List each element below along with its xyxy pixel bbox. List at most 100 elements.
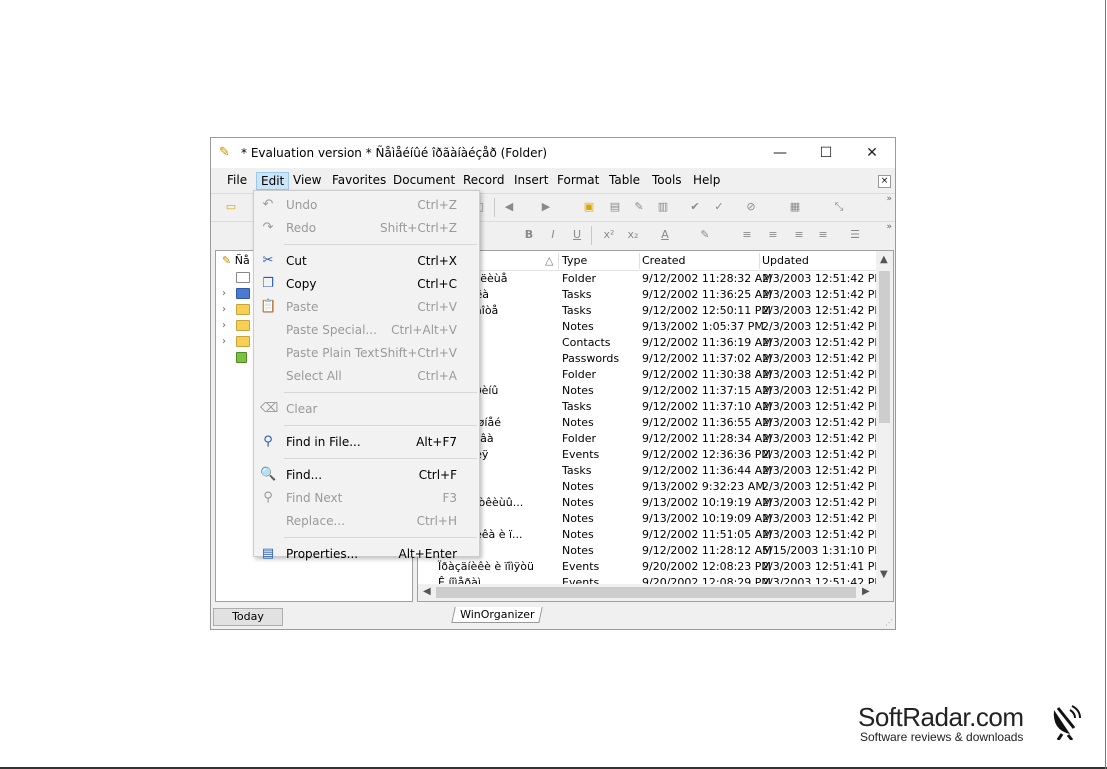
- menu-item-select-all[interactable]: Select All Ctrl+A: [254, 365, 479, 387]
- tree-item[interactable]: ›: [222, 333, 250, 349]
- tree-item[interactable]: [236, 349, 247, 365]
- column-created[interactable]: Created: [642, 254, 686, 267]
- subscript-icon[interactable]: x₂: [625, 227, 641, 243]
- table-row[interactable]: Folder 9/12/2002 11:30:38 AM 2/3/2003 12:5…: [418, 367, 884, 383]
- table-row[interactable]: òîñëëà òêèùû... Notes 9/13/2002 10:19:19 A…: [418, 495, 884, 511]
- menu-item-paste[interactable]: 📋 Paste Ctrl+V: [254, 296, 479, 318]
- menu-item-paste-special[interactable]: Paste Special... Ctrl+Alt+V: [254, 319, 479, 341]
- tree-item[interactable]: ›: [222, 317, 250, 333]
- menu-item-clear[interactable]: ⌫ Clear: [254, 398, 479, 420]
- italic-icon[interactable]: I: [545, 227, 561, 243]
- vertical-scroll-thumb[interactable]: [879, 271, 890, 423]
- menu-tools[interactable]: Tools: [648, 172, 686, 190]
- attach-icon[interactable]: ⊘: [743, 199, 759, 215]
- table-row[interactable]: èTasks9/12/2002 11:37:10 AM2/3/2003 12:5…: [418, 399, 884, 415]
- spell-check-icon[interactable]: ✓: [711, 199, 727, 215]
- table-row[interactable]: èTasks9/12/2002 11:36:44 AM2/3/2003 12:5…: [418, 463, 884, 479]
- tree-item[interactable]: ›: [222, 285, 250, 301]
- delete-record-icon[interactable]: ▥: [655, 199, 671, 215]
- tree-root[interactable]: ✎ Ñå: [222, 253, 250, 269]
- edit-record-icon[interactable]: ✎: [631, 199, 647, 215]
- menu-item-find[interactable]: 🔍 Find... Ctrl+F: [254, 464, 479, 486]
- today-button[interactable]: Today: [213, 608, 283, 626]
- minimize-button[interactable]: —: [757, 138, 803, 168]
- chevron-right-icon[interactable]: ›: [222, 302, 232, 318]
- menu-view[interactable]: View: [289, 172, 325, 190]
- bullet-list-icon[interactable]: ☰: [847, 227, 863, 243]
- table-row[interactable]: èPasswords9/12/2002 11:37:02 AM2/3/2003 …: [418, 351, 884, 367]
- table-row[interactable]: è íà ðàáîòåTasks9/12/2002 12:50:11 PM2/3…: [418, 303, 884, 319]
- justify-icon[interactable]: ≡: [815, 227, 831, 243]
- table-row[interactable]: Ïðàçäíèêè è ïîìÿòü Events 9/20/2002 12:08:…: [418, 559, 884, 575]
- resize-grip-icon[interactable]: ⋰: [885, 618, 893, 627]
- record-list[interactable]: △ Type Created Updated è ÕðàíèëèùåFolder…: [417, 250, 894, 602]
- resize-icon[interactable]: ⤡: [831, 199, 847, 215]
- menu-item-copy[interactable]: ❐ Copy Ctrl+C: [254, 273, 479, 295]
- table-row[interactable]: èëîû ìàøèíûNotes9/12/2002 11:37:15 AM2/3…: [418, 383, 884, 399]
- tree-item[interactable]: [236, 269, 250, 285]
- toolbar-overflow-icon[interactable]: »: [886, 194, 892, 204]
- menu-insert[interactable]: Insert: [510, 172, 552, 190]
- menu-help[interactable]: Help: [689, 172, 724, 190]
- chevron-right-icon[interactable]: ›: [222, 318, 232, 334]
- menu-edit[interactable]: Edit: [256, 172, 290, 190]
- table-row[interactable]: àíòàñòèêà è ï... Notes 9/12/2002 11:51:05 …: [418, 527, 884, 543]
- lock-icon[interactable]: ▣: [581, 199, 597, 215]
- underline-icon[interactable]: U: [569, 227, 585, 243]
- menu-table[interactable]: Table: [605, 172, 644, 190]
- menu-item-undo[interactable]: ↶ Undo Ctrl+Z: [254, 194, 479, 216]
- table-row[interactable]: û DVDNotes9/13/2002 9:32:23 AM2/3/2003 1…: [418, 479, 884, 495]
- menu-item-redo[interactable]: ↷ Redo Shift+Ctrl+Z: [254, 217, 479, 239]
- column-updated[interactable]: Updated: [762, 254, 809, 267]
- superscript-icon[interactable]: x²: [601, 227, 617, 243]
- check-icon[interactable]: ✔: [687, 199, 703, 215]
- scroll-up-icon[interactable]: ▲: [880, 254, 888, 265]
- table-row[interactable]: ÑðåäñòâàFolder9/12/2002 11:28:34 AM2/3/2…: [418, 431, 884, 447]
- menu-item-replace[interactable]: Replace... Ctrl+H: [254, 510, 479, 532]
- menu-item-find-next[interactable]: ⚲ Find Next F3: [254, 487, 479, 509]
- align-left-icon[interactable]: ≡: [739, 227, 755, 243]
- maximize-button[interactable]: ☐: [803, 138, 849, 168]
- table-row[interactable]: êòûContacts9/12/2002 11:36:19 AM2/3/2003…: [418, 335, 884, 351]
- scroll-left-icon[interactable]: ◀: [423, 586, 431, 597]
- new-record-icon[interactable]: ▤: [607, 199, 623, 215]
- table-row[interactable]: è ÕðàíèëèùåFolder9/12/2002 11:28:32 AM2/…: [418, 271, 884, 287]
- table-row[interactable]: ûèå äåëàTasks9/12/2002 11:36:25 AM2/3/20…: [418, 287, 884, 303]
- font-color-icon[interactable]: A: [657, 227, 673, 243]
- menu-file[interactable]: File: [223, 172, 251, 190]
- vertical-scrollbar[interactable]: ▲ ▼: [876, 251, 893, 585]
- menu-item-find-in-file[interactable]: ⚲ Find in File... Alt+F7: [254, 431, 479, 453]
- back-icon[interactable]: ◀: [501, 199, 517, 215]
- scroll-right-icon[interactable]: ▶: [862, 586, 870, 597]
- menu-document[interactable]: Document: [389, 172, 459, 190]
- format-toolbar-overflow-icon[interactable]: »: [886, 222, 892, 232]
- menu-item-cut[interactable]: ✂ Cut Ctrl+X: [254, 250, 479, 272]
- table-icon[interactable]: ▦: [787, 199, 803, 215]
- chevron-right-icon[interactable]: ›: [222, 334, 232, 350]
- menu-favorites[interactable]: Favorites: [328, 172, 390, 190]
- table-row[interactable]: ðîæäåíèÿEvents9/12/2002 12:36:36 PM2/3/2…: [418, 447, 884, 463]
- menu-item-paste-plain-text[interactable]: Paste Plain Text Shift+Ctrl+V: [254, 342, 479, 364]
- menu-format[interactable]: Format: [553, 172, 603, 190]
- tree-item[interactable]: ›: [222, 301, 250, 317]
- align-right-icon[interactable]: ≡: [791, 227, 807, 243]
- column-type[interactable]: Type: [562, 254, 587, 267]
- table-row[interactable]: ìàëèNotes9/13/2002 10:19:09 AM2/3/2003 1…: [418, 511, 884, 527]
- horizontal-scrollbar[interactable]: ◀ ▶: [418, 584, 893, 601]
- open-folder-icon[interactable]: ▭: [223, 199, 239, 215]
- forward-icon[interactable]: ▶: [538, 199, 554, 215]
- tab-winorganizer[interactable]: WinOrganizer: [451, 607, 544, 623]
- table-row[interactable]: Notes 9/12/2002 11:28:12 AM 5/15/2003 1:31…: [418, 543, 884, 559]
- align-center-icon[interactable]: ≡: [765, 227, 781, 243]
- menu-record[interactable]: Record: [459, 172, 508, 190]
- horizontal-scroll-thumb[interactable]: [436, 587, 856, 598]
- table-row[interactable]: èëí äîìàøíåéNotes9/12/2002 11:36:55 AM2/…: [418, 415, 884, 431]
- title-bar[interactable]: ✎ * Evaluation version * Ñåìåéíûé îðãàíà…: [211, 138, 895, 168]
- menu-item-properties[interactable]: ▤ Properties... Alt+Enter: [254, 543, 479, 565]
- scroll-down-icon[interactable]: ▼: [880, 569, 888, 580]
- table-row[interactable]: èNotes9/13/2002 1:05:37 PM2/3/2003 12:51…: [418, 319, 884, 335]
- bold-icon[interactable]: B: [521, 227, 537, 243]
- highlight-icon[interactable]: ✎: [697, 227, 713, 243]
- mdi-close-button[interactable]: ×: [878, 175, 891, 188]
- chevron-right-icon[interactable]: ›: [222, 286, 232, 302]
